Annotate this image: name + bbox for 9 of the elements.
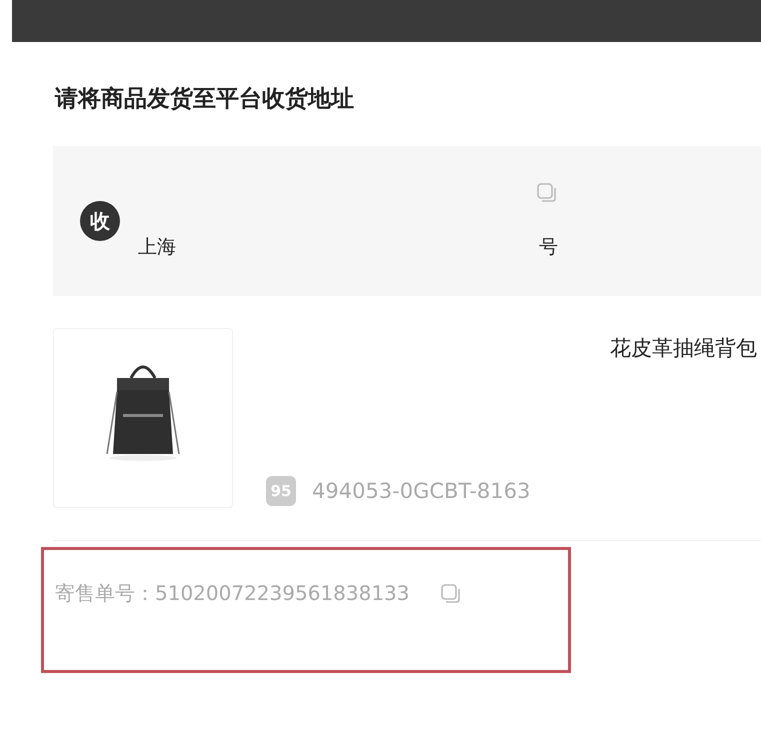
recipient-badge: 收 (80, 201, 120, 241)
address-start: 上海 (138, 235, 176, 260)
product-title: 花皮革抽绳背包 (610, 335, 757, 362)
address-end: 号 (539, 235, 558, 260)
copy-icon[interactable] (536, 182, 558, 204)
consignment-number: 寄售单号：51020072239561838133 (55, 580, 410, 607)
copy-icon[interactable] (440, 582, 462, 604)
sku-code: 494053-0GCBT-8163 (312, 479, 530, 503)
page-heading: 请将商品发货至平台收货地址 (55, 85, 355, 114)
